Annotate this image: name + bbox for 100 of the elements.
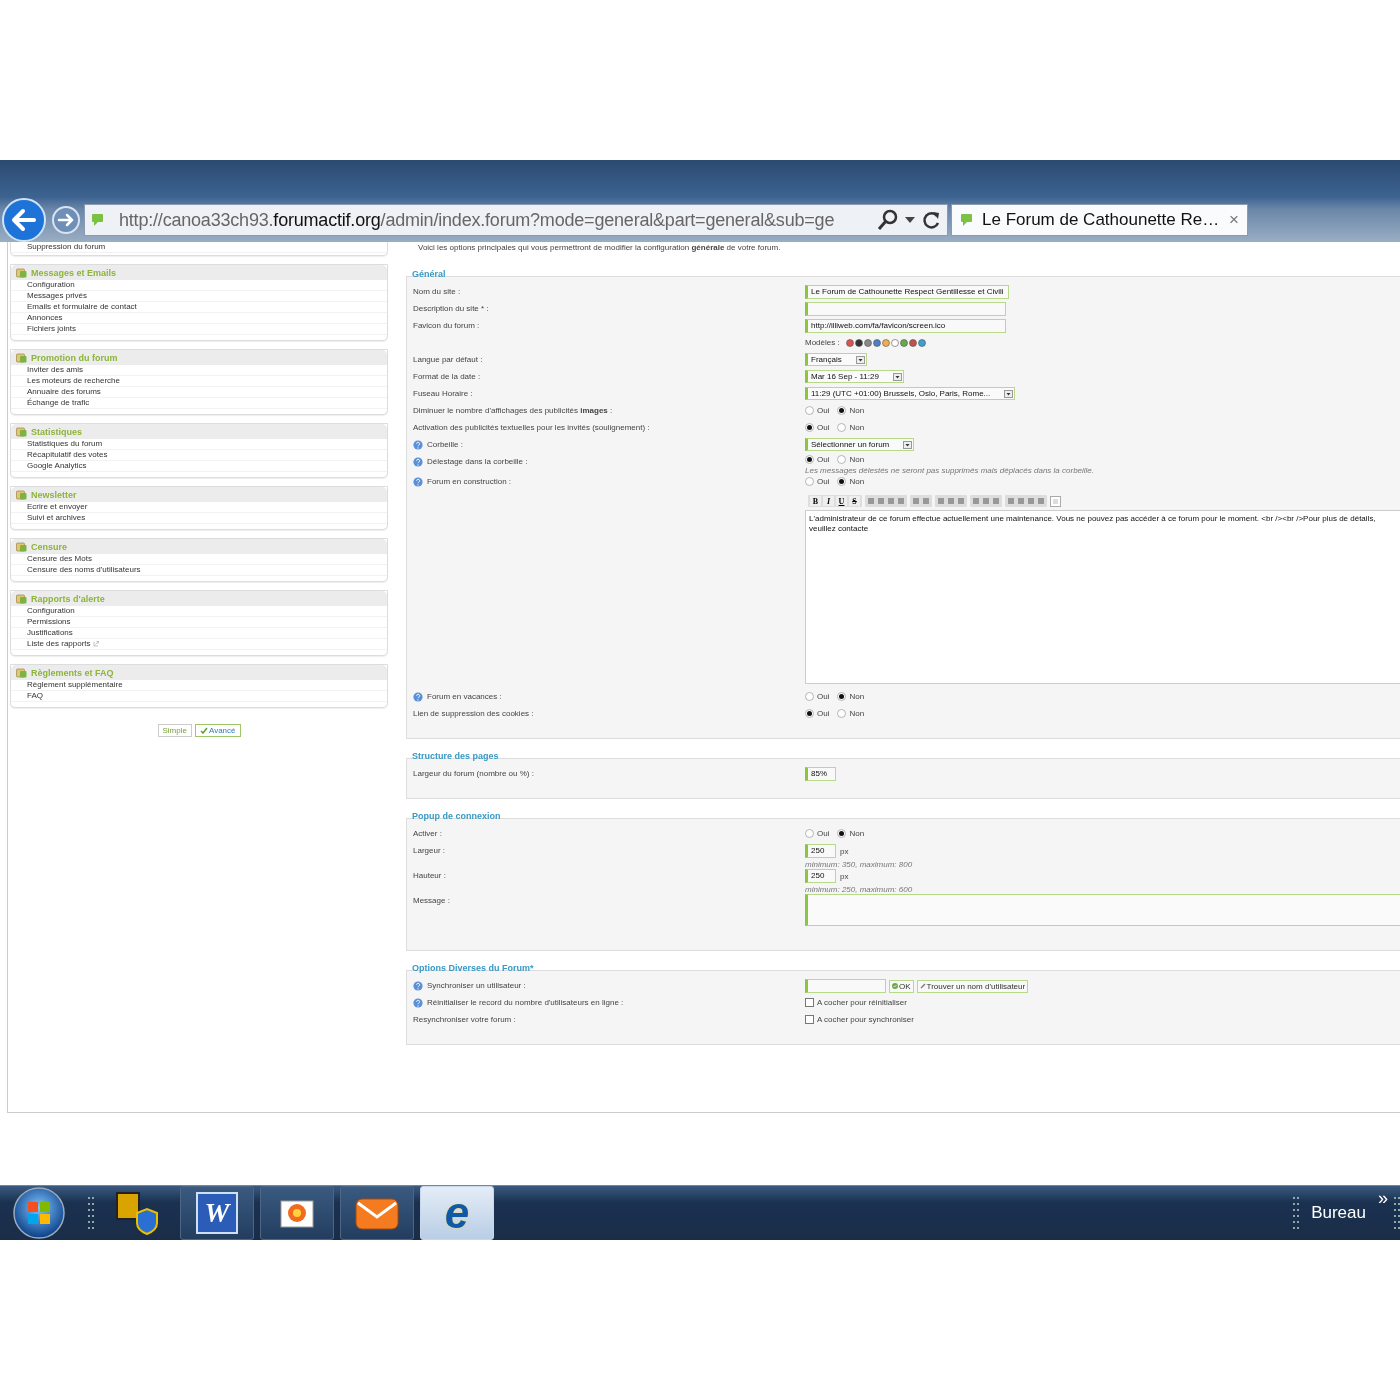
ok-button[interactable]: OK [889, 979, 914, 993]
text-field[interactable]: http://illiweb.com/fa/favicon/screen.ico [805, 319, 1006, 333]
help-icon[interactable] [413, 456, 423, 467]
menu-link[interactable]: Liste des rapports [27, 639, 91, 649]
radio-button[interactable] [837, 423, 847, 432]
text-field[interactable] [805, 302, 1006, 316]
menu-link[interactable]: Les moteurs de recherche [27, 376, 120, 386]
hint-text: minimum: 350, maximum: 800 [805, 860, 913, 869]
number-field[interactable]: 250 [805, 844, 836, 858]
menu-link[interactable]: Règlement supplémentaire [27, 680, 123, 690]
menu-link[interactable]: Configuration [27, 280, 75, 290]
radio-button[interactable] [837, 709, 847, 718]
menu-link[interactable]: Fichiers joints [27, 324, 76, 334]
menu-link[interactable]: Messages privés [27, 291, 88, 301]
menu-link[interactable]: Annuaire des forums [27, 387, 101, 397]
username-field[interactable] [805, 979, 886, 993]
toolbar-icon[interactable] [982, 497, 990, 505]
toolbar-icon[interactable] [947, 497, 955, 505]
toolbar-icon[interactable] [1037, 497, 1045, 505]
dropdown[interactable]: Français [805, 353, 867, 366]
menu-link[interactable]: Inviter des amis [27, 365, 84, 375]
toolbar-icon[interactable] [992, 497, 1000, 505]
format-button[interactable]: S [849, 496, 860, 506]
format-button[interactable]: U [836, 496, 847, 506]
address-bar[interactable]: http://canoa33ch93.forumactif.org/admin/index.forum?mode=general&part=general&sub=ge [84, 204, 948, 236]
toolbar-icon[interactable] [877, 497, 885, 505]
taskbar-app-button[interactable] [260, 1186, 334, 1240]
menu-link[interactable]: Suppression du forum [27, 242, 106, 252]
back-button[interactable] [2, 198, 46, 242]
radio-button[interactable] [805, 692, 814, 701]
view-mode-button[interactable]: Avancé [194, 724, 241, 737]
radio-button[interactable] [837, 477, 847, 486]
format-button[interactable]: I [823, 496, 834, 506]
dropdown-caret-icon[interactable] [905, 217, 915, 223]
toolbar-icon[interactable] [957, 497, 965, 505]
taskbar-app-button[interactable]: W [180, 1186, 254, 1240]
radio-button[interactable] [805, 406, 814, 415]
number-field[interactable]: 85% [805, 767, 836, 781]
find-user-button[interactable]: Trouver un nom d'utilisateur [916, 979, 1029, 993]
menu-link[interactable]: Statistiques du forum [27, 439, 103, 449]
toolbar-icon[interactable] [867, 497, 875, 505]
browser-tab[interactable]: Le Forum de Cathounette Re… × [951, 204, 1248, 236]
menu-link[interactable]: Configuration [27, 606, 75, 616]
menu-link[interactable]: FAQ [27, 691, 43, 701]
help-icon[interactable] [413, 476, 423, 487]
taskbar-app-button[interactable] [340, 1186, 414, 1240]
menu-link[interactable]: Justifications [27, 628, 73, 638]
toolbar-icon[interactable] [1017, 497, 1025, 505]
radio-button[interactable] [837, 692, 847, 701]
start-button[interactable] [12, 1186, 66, 1240]
radio-button[interactable] [805, 477, 814, 486]
menu-link[interactable]: Permissions [27, 617, 71, 627]
dropdown[interactable]: Sélectionner un forum [805, 438, 915, 451]
radio-button[interactable] [837, 455, 847, 464]
toolbar-icon[interactable] [1007, 497, 1015, 505]
menu-link[interactable]: Ecrire et envoyer [27, 502, 88, 512]
taskbar-app-button[interactable]: e [420, 1186, 494, 1240]
toolbar-icon[interactable] [887, 497, 895, 505]
text-field[interactable]: Le Forum de Cathounette Respect Gentillesse et Civili [805, 285, 1009, 299]
url-text[interactable]: http://canoa33ch93.forumactif.org/admin/index.forum?mode=general&part=general&sub=ge [119, 209, 871, 231]
checkbox[interactable] [805, 998, 814, 1007]
radio-button[interactable] [805, 455, 814, 464]
radio-button[interactable] [837, 406, 847, 415]
dropdown[interactable]: Mar 16 Sep - 11:29 [805, 370, 904, 383]
radio-label: Oui [817, 423, 830, 432]
toolbar-icon[interactable] [937, 497, 945, 505]
number-field[interactable]: 250 [805, 869, 836, 883]
message-field[interactable] [805, 894, 1400, 926]
help-icon[interactable] [413, 997, 423, 1008]
toolbar-icon[interactable] [1050, 495, 1061, 507]
toolbar-chevron[interactable]: » [1378, 1188, 1388, 1209]
radio-button[interactable] [837, 829, 847, 838]
toolbar-icon[interactable] [922, 497, 930, 505]
menu-link[interactable]: Censure des noms d'utilisateurs [27, 565, 141, 575]
menu-link[interactable]: Échange de trafic [27, 398, 90, 408]
dropdown[interactable]: 11:29 (UTC +01:00) Brussels, Oslo, Paris, Rome... [805, 387, 1016, 400]
message-editor[interactable]: L'administrateur de ce forum effectue actuellement une maintenance. Vous ne pouvez pas accéder à ce forum pour le moment. <br /><br />Pour plus de détails, veuillez contacte [805, 510, 1400, 684]
search-icon[interactable] [877, 209, 899, 231]
radio-button[interactable] [805, 423, 814, 432]
menu-link[interactable]: Google Analytics [27, 461, 87, 471]
format-button[interactable]: B [810, 496, 821, 506]
radio-button[interactable] [805, 829, 814, 838]
menu-link[interactable]: Censure des Mots [27, 554, 92, 564]
menu-link[interactable]: Emails et formulaire de contact [27, 302, 137, 312]
help-icon[interactable] [413, 439, 423, 450]
menu-link[interactable]: Récapitulatif des votes [27, 450, 108, 460]
tab-title[interactable]: Le Forum de Cathounette Re… [982, 210, 1222, 230]
menu-link[interactable]: Suivi et archives [27, 513, 86, 523]
checkbox[interactable] [805, 1015, 814, 1024]
help-icon[interactable] [413, 980, 423, 991]
help-icon[interactable] [413, 691, 423, 702]
toolbar-icon[interactable] [912, 497, 920, 505]
toolbar-icon[interactable] [1027, 497, 1035, 505]
refresh-icon[interactable] [921, 210, 941, 230]
forward-button[interactable] [51, 205, 81, 235]
radio-button[interactable] [805, 709, 814, 718]
close-button[interactable]: × [1229, 210, 1239, 230]
toolbar-icon[interactable] [972, 497, 980, 505]
toolbar-icon[interactable] [897, 497, 905, 505]
menu-link[interactable]: Annonces [27, 313, 63, 323]
